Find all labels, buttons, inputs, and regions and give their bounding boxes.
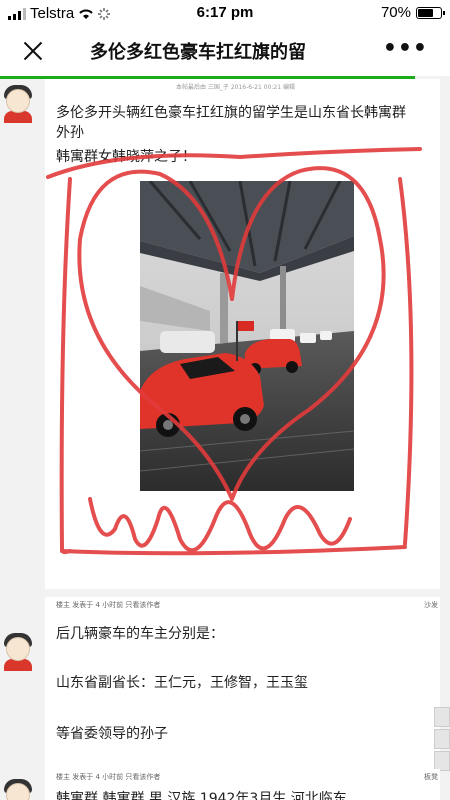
reply-line-1: 后几辆豪车的车主分别是： [56,626,224,642]
thread-content[interactable]: 本帖最后由 三国_子 2016-6-21 00:21 编辑 多伦多开头辆红色豪车… [0,79,450,800]
reply-line-2: 山东省副省长：王仁元，王修智，王玉玺 [56,675,308,691]
battery-icon [416,6,445,19]
avatar[interactable] [0,777,36,800]
top-icon[interactable] [434,751,450,771]
battery-percent: 70% [380,4,411,21]
more-options-button[interactable]: ••• [383,38,428,60]
reply-meta: 楼主 发表于 4 小时前 只看该作者 [56,773,161,781]
close-button[interactable] [18,36,48,66]
avatar[interactable] [0,631,36,671]
comment-icon[interactable] [434,707,450,727]
share-icon[interactable] [434,729,450,749]
reply-line-3: 等省委领导的孙子 [56,726,168,742]
reply-line-1: 韩寓群 韩寓群 男 汉族 1942年3月生 河北临东 [56,791,347,800]
status-bar: Telstra 6:17 pm 70% [0,0,450,26]
red-annotation-scribble [46,147,422,556]
status-right: 70% [380,4,445,21]
reply-meta: 楼主 发表于 4 小时前 只看该作者 [56,601,161,609]
nav-bar: 多伦多红色豪车扛红旗的留 ••• [0,26,450,76]
side-toolbar [434,707,450,773]
page-title: 多伦多红色豪车扛红旗的留 [90,42,306,63]
reply-floor-label: 板凳 [424,773,438,781]
reply-floor-label: 沙发 [424,601,438,609]
